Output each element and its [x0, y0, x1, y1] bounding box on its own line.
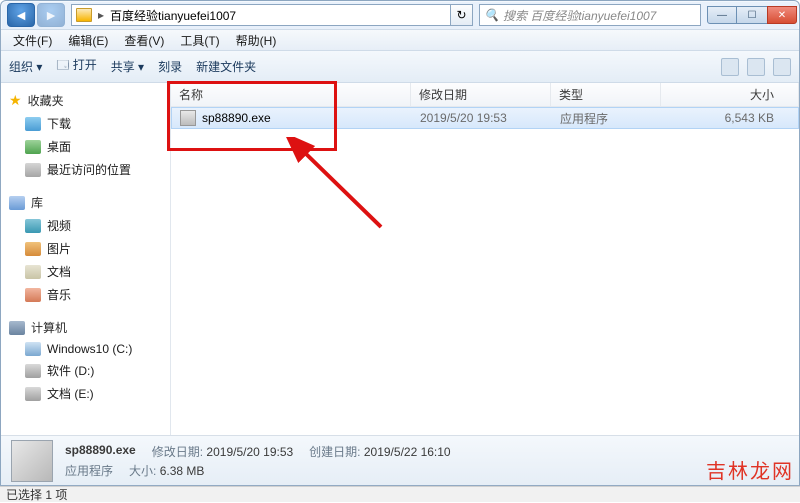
sidebar-item-drive-d[interactable]: 软件 (D:) — [5, 359, 166, 382]
menu-view[interactable]: 查看(V) — [118, 30, 170, 51]
command-bar: 组织 ▾ 🗔 打开 共享 ▾ 刻录 新建文件夹 — [1, 51, 799, 83]
file-row[interactable]: sp88890.exe 2019/5/20 19:53 应用程序 6,543 K… — [171, 107, 799, 129]
maximize-button[interactable]: ☐ — [737, 6, 767, 24]
sidebar-item-pictures[interactable]: 图片 — [5, 237, 166, 260]
sidebar-item-drive-c[interactable]: Windows10 (C:) — [5, 339, 166, 359]
document-icon — [25, 265, 41, 279]
download-icon — [25, 117, 41, 131]
folder-icon — [76, 8, 92, 22]
details-pane: sp88890.exe 修改日期: 2019/5/20 19:53 创建日期: … — [1, 435, 799, 485]
search-icon: 🔍 — [484, 8, 499, 22]
sidebar-computer[interactable]: 计算机 — [5, 316, 166, 339]
drive-icon — [25, 387, 41, 401]
organize-button[interactable]: 组织 ▾ — [9, 58, 42, 75]
burn-button[interactable]: 刻录 — [158, 58, 182, 75]
address-bar[interactable]: ▸ 百度经验tianyuefei1007 — [71, 4, 451, 26]
column-date[interactable]: 修改日期 — [411, 83, 551, 106]
sidebar-item-desktop[interactable]: 桌面 — [5, 135, 166, 158]
column-type[interactable]: 类型 — [551, 83, 661, 106]
file-name: sp88890.exe — [202, 111, 271, 125]
preview-pane-button[interactable] — [747, 58, 765, 76]
sidebar-libraries[interactable]: 库 — [5, 191, 166, 214]
sidebar-item-music[interactable]: 音乐 — [5, 283, 166, 306]
file-thumbnail — [11, 440, 53, 482]
navigation-pane: ★收藏夹 下载 桌面 最近访问的位置 库 视频 图片 文档 音乐 计算机 Win… — [1, 83, 171, 435]
drive-icon — [25, 342, 41, 356]
video-icon — [25, 219, 41, 233]
picture-icon — [25, 242, 41, 256]
path-segment: 百度经验tianyuefei1007 — [110, 7, 236, 24]
exe-icon — [180, 110, 196, 126]
computer-icon — [9, 321, 25, 335]
search-input[interactable]: 🔍 搜索 百度经验tianyuefei1007 — [479, 4, 701, 26]
help-button[interactable] — [773, 58, 791, 76]
menu-bar: 文件(F) 编辑(E) 查看(V) 工具(T) 帮助(H) — [1, 29, 799, 51]
star-icon: ★ — [9, 92, 22, 109]
open-button[interactable]: 🗔 打开 — [56, 56, 96, 77]
titlebar: ◄ ► ▸ 百度经验tianyuefei1007 ↻ 🔍 搜索 百度经验tian… — [1, 1, 799, 29]
new-folder-button[interactable]: 新建文件夹 — [196, 58, 256, 75]
desktop-icon — [25, 140, 41, 154]
menu-edit[interactable]: 编辑(E) — [62, 30, 114, 51]
close-button[interactable]: ✕ — [767, 6, 797, 24]
file-date: 2019/5/20 19:53 — [412, 111, 552, 125]
music-icon — [25, 288, 41, 302]
view-options-button[interactable] — [721, 58, 739, 76]
sidebar-item-videos[interactable]: 视频 — [5, 214, 166, 237]
menu-tools[interactable]: 工具(T) — [174, 30, 225, 51]
minimize-button[interactable]: — — [707, 6, 737, 24]
sidebar-favorites[interactable]: ★收藏夹 — [5, 89, 166, 112]
sidebar-item-documents[interactable]: 文档 — [5, 260, 166, 283]
file-list[interactable]: sp88890.exe 2019/5/20 19:53 应用程序 6,543 K… — [171, 107, 799, 435]
column-name[interactable]: 名称 — [171, 83, 411, 106]
sidebar-item-drive-e[interactable]: 文档 (E:) — [5, 382, 166, 405]
chevron-right-icon: ▸ — [98, 8, 104, 22]
details-filename: sp88890.exe — [65, 443, 136, 457]
content-pane: 名称 修改日期 类型 大小 sp88890.exe 2019/5/20 19:5… — [171, 83, 799, 435]
search-placeholder: 搜索 百度经验tianyuefei1007 — [503, 7, 656, 24]
drive-icon — [25, 364, 41, 378]
sidebar-item-recent[interactable]: 最近访问的位置 — [5, 158, 166, 181]
menu-file[interactable]: 文件(F) — [7, 30, 58, 51]
nav-forward-button[interactable]: ► — [37, 3, 65, 27]
refresh-button[interactable]: ↻ — [451, 4, 473, 26]
column-headers: 名称 修改日期 类型 大小 — [171, 83, 799, 107]
explorer-window: ◄ ► ▸ 百度经验tianyuefei1007 ↻ 🔍 搜索 百度经验tian… — [0, 0, 800, 486]
column-size[interactable]: 大小 — [661, 83, 799, 106]
nav-back-button[interactable]: ◄ — [7, 3, 35, 27]
file-size: 6,543 KB — [662, 111, 798, 125]
libraries-icon — [9, 196, 25, 210]
recent-icon — [25, 163, 41, 177]
menu-help[interactable]: 帮助(H) — [230, 30, 283, 51]
share-button[interactable]: 共享 ▾ — [111, 58, 144, 75]
file-type: 应用程序 — [552, 110, 662, 127]
status-text: 已选择 1 项 — [6, 486, 67, 503]
sidebar-item-downloads[interactable]: 下载 — [5, 112, 166, 135]
details-type: 应用程序 — [65, 462, 113, 479]
annotation-arrow-icon — [281, 137, 401, 237]
